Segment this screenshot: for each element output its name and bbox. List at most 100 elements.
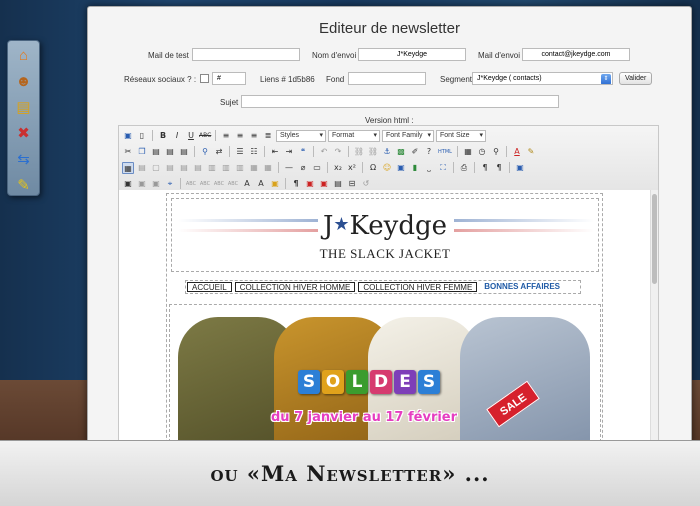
insert-time-icon[interactable]: ◷ bbox=[476, 146, 488, 158]
media-icon[interactable]: ▣ bbox=[395, 162, 407, 174]
save-icon[interactable]: ▣ bbox=[122, 130, 134, 142]
insert-row-after-icon[interactable]: ▤ bbox=[178, 162, 190, 174]
horizontal-rule-icon[interactable]: — bbox=[283, 162, 295, 174]
italic-button[interactable]: I bbox=[171, 130, 183, 142]
ins-icon[interactable]: A bbox=[255, 178, 267, 190]
align-left-icon[interactable]: ≡ bbox=[220, 130, 232, 142]
document-add-icon[interactable]: ▤ bbox=[12, 98, 36, 118]
segment-select[interactable]: J*Keydge ( contacts) ⇕ bbox=[472, 72, 613, 85]
template-icon[interactable]: ▣ bbox=[514, 162, 526, 174]
nav-item-bonnes-affaires[interactable]: BONNES AFFAIRES bbox=[480, 282, 564, 292]
unlink-icon[interactable]: ⛓ bbox=[367, 146, 379, 158]
nav-item-accueil[interactable]: ACCUEIL bbox=[187, 282, 232, 292]
pencil-icon[interactable]: ✎ bbox=[12, 175, 36, 195]
cell-props-icon[interactable]: ▢ bbox=[150, 162, 162, 174]
layer-insert-icon[interactable]: ▣ bbox=[122, 178, 134, 190]
font-family-dropdown[interactable]: Font Family bbox=[382, 129, 434, 142]
nav-item-collection-homme[interactable]: COLLECTION HIVER HOMME bbox=[234, 282, 356, 292]
new-document-icon[interactable]: ▯ bbox=[136, 130, 148, 142]
print-icon[interactable]: ⎙ bbox=[458, 162, 470, 174]
abbr-icon[interactable]: ABC bbox=[213, 178, 225, 190]
document-delete-icon[interactable]: ✖ bbox=[12, 123, 36, 143]
layer-forward-icon[interactable]: ▣ bbox=[136, 178, 148, 190]
cite-icon[interactable]: ABC bbox=[199, 178, 211, 190]
align-center-icon[interactable]: ≡ bbox=[234, 130, 246, 142]
scrollbar-thumb[interactable] bbox=[652, 194, 657, 284]
refresh-icon[interactable]: ⇆ bbox=[12, 149, 36, 169]
replace-icon[interactable]: ⇄ bbox=[213, 146, 225, 158]
valider-button[interactable]: Valider bbox=[619, 72, 653, 85]
pagebreak-icon[interactable]: ▣ bbox=[318, 178, 330, 190]
mail-test-input[interactable] bbox=[192, 48, 300, 61]
outdent-icon[interactable]: ⇤ bbox=[269, 146, 281, 158]
bold-button[interactable]: B bbox=[157, 130, 169, 142]
subscript-icon[interactable]: x₂ bbox=[332, 162, 344, 174]
cleanup-icon[interactable]: ✐ bbox=[409, 146, 421, 158]
help-icon[interactable]: ? bbox=[423, 146, 435, 158]
visualchars-icon[interactable]: ¶ bbox=[290, 178, 302, 190]
restore-draft-icon[interactable]: ▤ bbox=[332, 178, 344, 190]
copy-icon[interactable]: ❐ bbox=[136, 146, 148, 158]
font-size-dropdown[interactable]: Font Size bbox=[436, 129, 486, 142]
mail-envoi-input[interactable]: contact@jkeydge.com bbox=[522, 48, 630, 61]
highlight-color-icon[interactable]: ✎ bbox=[525, 146, 537, 158]
strikethrough-button[interactable]: ABC bbox=[199, 130, 211, 142]
fullscreen-icon[interactable]: ⛶ bbox=[437, 162, 449, 174]
remove-format-icon[interactable]: ⌀ bbox=[297, 162, 309, 174]
special-char-icon[interactable]: Ω bbox=[367, 162, 379, 174]
blockquote-alt-icon[interactable]: ⊟ bbox=[346, 178, 358, 190]
bullet-list-icon[interactable]: ☰ bbox=[234, 146, 246, 158]
image-icon[interactable]: ▩ bbox=[395, 146, 407, 158]
visual-aid-icon[interactable]: ▭ bbox=[311, 162, 323, 174]
insert-col-after-icon[interactable]: ▥ bbox=[220, 162, 232, 174]
text-color-icon[interactable]: A bbox=[511, 146, 523, 158]
paste-icon[interactable]: ▤ bbox=[150, 146, 162, 158]
ltr-icon[interactable]: ¶ bbox=[479, 162, 491, 174]
attribs-icon[interactable]: ▣ bbox=[269, 178, 281, 190]
autosave-icon[interactable]: ↺ bbox=[360, 178, 372, 190]
paste-text-icon[interactable]: ▤ bbox=[164, 146, 176, 158]
format-dropdown[interactable]: Format bbox=[328, 129, 380, 142]
editor-content-area[interactable]: J★Keydge THE SLACK JACKET ACCUEIL COLLEC… bbox=[119, 190, 658, 445]
nonbreaking-space-icon[interactable]: ▣ bbox=[304, 178, 316, 190]
emoticon-icon[interactable]: ☺ bbox=[381, 162, 393, 174]
cut-icon[interactable]: ✂ bbox=[122, 146, 134, 158]
anchor-icon[interactable]: ⚓ bbox=[381, 146, 393, 158]
del-icon[interactable]: A bbox=[241, 178, 253, 190]
delete-row-icon[interactable]: ▤ bbox=[192, 162, 204, 174]
nav-item-collection-femme[interactable]: COLLECTION HIVER FEMME bbox=[358, 282, 478, 292]
preview-icon[interactable]: ⚲ bbox=[490, 146, 502, 158]
merge-cells-icon[interactable]: ▦ bbox=[262, 162, 274, 174]
delete-col-icon[interactable]: ▥ bbox=[234, 162, 246, 174]
numbered-list-icon[interactable]: ☷ bbox=[248, 146, 260, 158]
indent-icon[interactable]: ⇥ bbox=[283, 146, 295, 158]
home-icon[interactable]: ⌂ bbox=[12, 46, 36, 66]
undo-icon[interactable]: ↶ bbox=[318, 146, 330, 158]
acronym-icon[interactable]: ABC bbox=[227, 178, 239, 190]
youtube-icon[interactable]: ▮ bbox=[409, 162, 421, 174]
redo-icon[interactable]: ↷ bbox=[332, 146, 344, 158]
insert-row-before-icon[interactable]: ▤ bbox=[164, 162, 176, 174]
underline-button[interactable]: U bbox=[185, 130, 197, 142]
styles-dropdown[interactable]: Styles bbox=[276, 129, 326, 142]
row-props-icon[interactable]: ▤ bbox=[136, 162, 148, 174]
html-source-button[interactable]: HTML bbox=[437, 146, 453, 158]
link-icon[interactable]: ⛓ bbox=[353, 146, 365, 158]
align-right-icon[interactable]: ≡ bbox=[248, 130, 260, 142]
absolute-icon[interactable]: ⌖ bbox=[164, 178, 176, 190]
find-icon[interactable]: ⚲ bbox=[199, 146, 211, 158]
sujet-input[interactable] bbox=[241, 95, 559, 108]
layer-backward-icon[interactable]: ▣ bbox=[150, 178, 162, 190]
paste-word-icon[interactable]: ▤ bbox=[178, 146, 190, 158]
reseaux-hash-input[interactable]: # bbox=[212, 72, 246, 85]
superscript-icon[interactable]: x² bbox=[346, 162, 358, 174]
users-icon[interactable]: ☻ bbox=[12, 72, 36, 92]
styleprops-icon[interactable]: ABC bbox=[185, 178, 197, 190]
insert-date-icon[interactable]: ▦ bbox=[462, 146, 474, 158]
nonbreaking-icon[interactable]: ⎵ bbox=[423, 162, 435, 174]
table-icon[interactable]: ▦ bbox=[122, 161, 134, 174]
fond-input[interactable] bbox=[348, 72, 426, 85]
insert-col-before-icon[interactable]: ▥ bbox=[206, 162, 218, 174]
reseaux-checkbox[interactable] bbox=[200, 74, 209, 83]
nom-envoi-input[interactable]: J*Keydge bbox=[358, 48, 466, 61]
